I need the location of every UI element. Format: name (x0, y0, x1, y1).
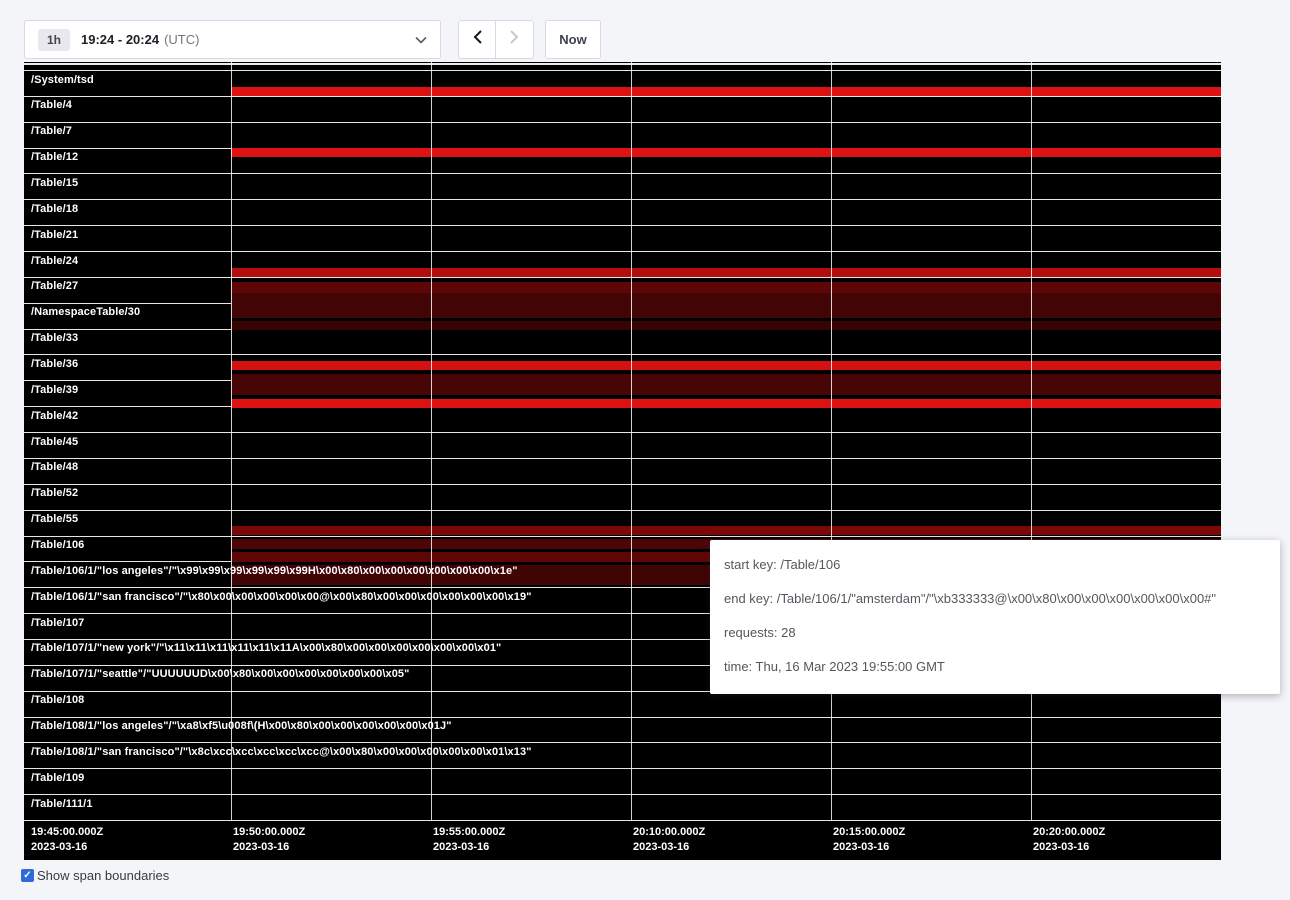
check-icon: ✓ (23, 869, 31, 882)
tooltip-time: time: Thu, 16 Mar 2023 19:55:00 GMT (724, 650, 1266, 684)
tooltip-start-key: start key: /Table/106 (724, 548, 1266, 582)
time-range-text: 19:24 - 20:24 (81, 32, 159, 47)
key-visualizer-canvas[interactable]: /System/tsd/Table/4/Table/7/Table/12/Tab… (24, 62, 1221, 860)
time-axis-label: 20:15:00.000Z2023-03-16 (833, 825, 905, 855)
time-axis-label: 19:50:00.000Z2023-03-16 (233, 825, 305, 855)
tooltip-end-key: end key: /Table/106/1/"amsterdam"/"\xb33… (724, 582, 1266, 616)
chevron-right-icon (510, 30, 519, 49)
timezone-text: (UTC) (164, 32, 199, 47)
time-axis-label: 20:20:00.000Z2023-03-16 (1033, 825, 1105, 855)
span-tooltip: start key: /Table/106 end key: /Table/10… (710, 540, 1280, 694)
time-axis: 19:45:00.000Z2023-03-16 19:50:00.000Z2023… (24, 62, 1221, 860)
now-button[interactable]: Now (545, 20, 601, 59)
time-axis-label: 19:45:00.000Z2023-03-16 (31, 825, 103, 855)
next-interval-button[interactable] (496, 20, 534, 59)
time-range-selector[interactable]: 1h 19:24 - 20:24 (UTC) (24, 20, 441, 59)
time-axis-label: 20:10:00.000Z2023-03-16 (633, 825, 705, 855)
time-nav-group (458, 20, 534, 59)
show-span-boundaries-label: Show span boundaries (37, 868, 169, 883)
tooltip-requests: requests: 28 (724, 616, 1266, 650)
chevron-down-icon (415, 36, 427, 44)
footer-controls: ✓ Show span boundaries (21, 868, 169, 883)
show-span-boundaries-checkbox[interactable]: ✓ (21, 869, 34, 882)
chevron-left-icon (473, 30, 482, 49)
time-axis-label: 19:55:00.000Z2023-03-16 (433, 825, 505, 855)
previous-interval-button[interactable] (458, 20, 496, 59)
duration-badge: 1h (38, 29, 70, 51)
